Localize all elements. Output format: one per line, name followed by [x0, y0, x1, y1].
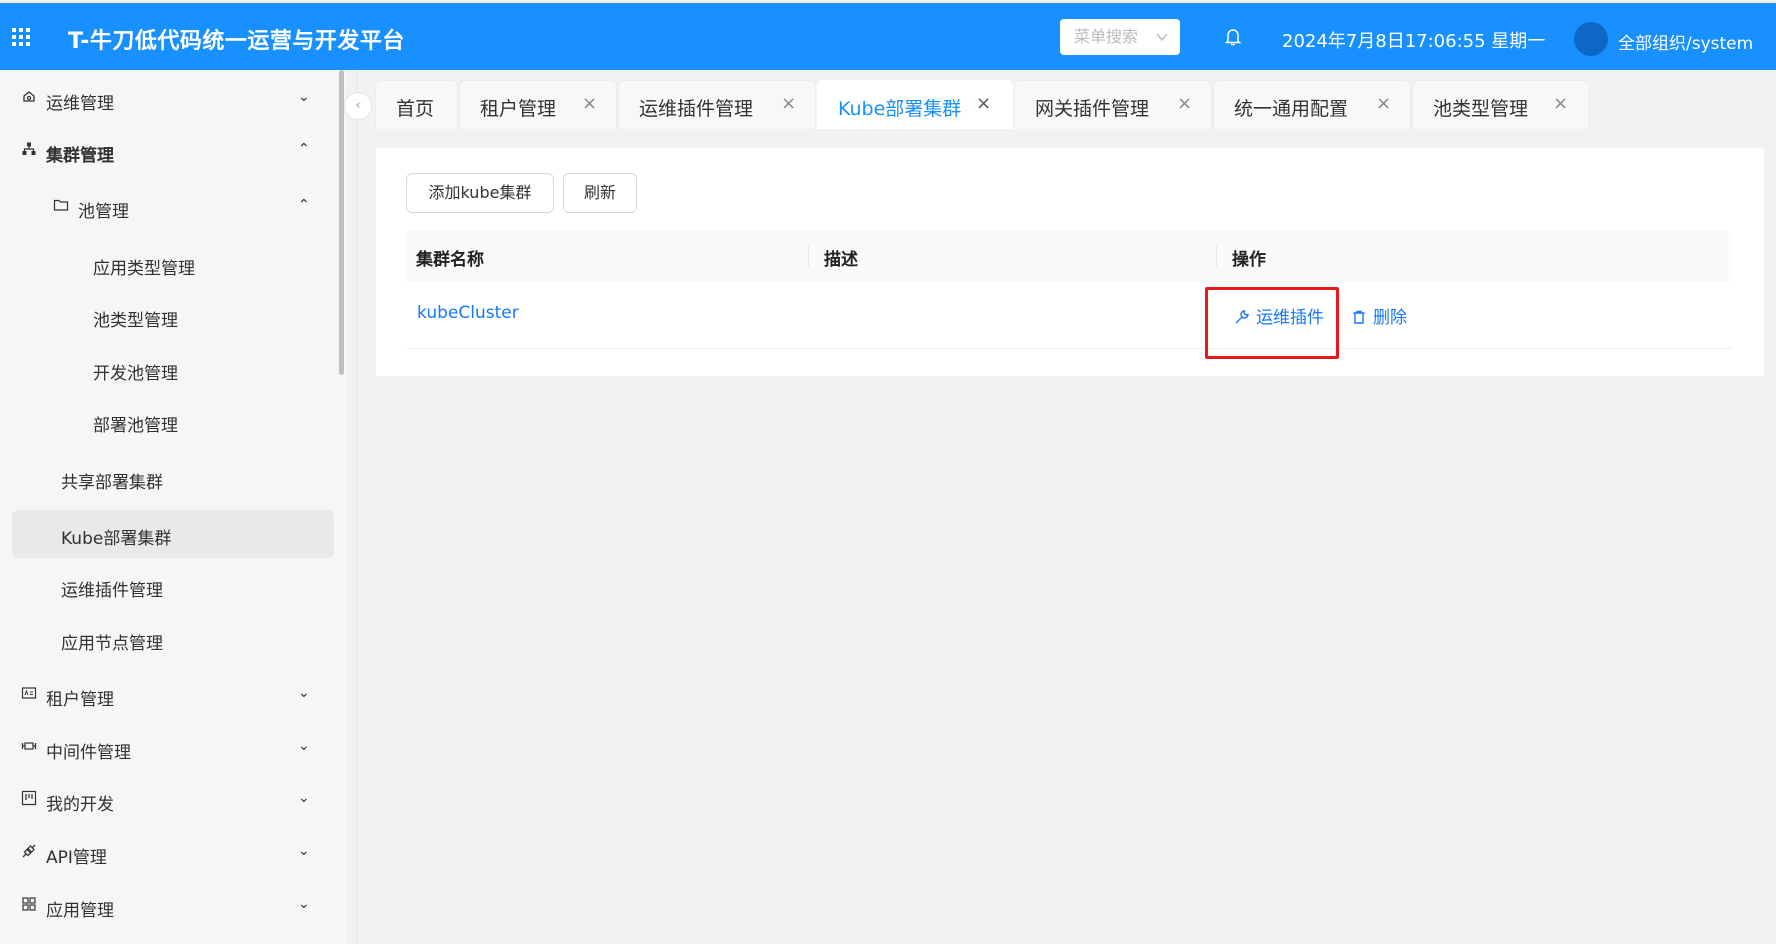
delete-action[interactable]: 删除 [1351, 303, 1407, 328]
menu-search-placeholder: 菜单搜索 [1074, 27, 1139, 46]
cloud-icon [20, 89, 38, 107]
sidebar-item-label: 租户管理 [46, 690, 114, 710]
chevron-down-icon [1156, 19, 1168, 68]
chevron-up-icon: ⌃ [298, 197, 310, 213]
tab-label: 运维插件管理 [639, 98, 754, 120]
sidebar-item-kube-cluster[interactable]: Kube部署集群 [12, 510, 334, 558]
sidebar-item-pool-type[interactable]: 池类型管理 [0, 292, 340, 340]
sidebar-item-label: 应用类型管理 [93, 259, 195, 279]
menu-search-select[interactable]: 菜单搜索 [1060, 19, 1180, 55]
column-header-actions: 操作 [1232, 250, 1266, 270]
sidebar-item-label: 池类型管理 [93, 311, 178, 331]
cluster-name-link[interactable]: kubeCluster [417, 303, 519, 323]
content-divider [356, 70, 357, 944]
tab-ops-plugin[interactable]: 运维插件管理 × [618, 80, 816, 129]
column-header-name: 集群名称 [416, 250, 484, 270]
close-icon[interactable]: × [976, 93, 991, 114]
close-icon[interactable]: × [1376, 93, 1391, 114]
sidebar-item-label: 共享部署集群 [61, 473, 163, 493]
middleware-icon [20, 738, 38, 756]
chevron-down-icon: ⌄ [298, 843, 310, 859]
api-icon [20, 843, 38, 861]
sidebar-item-pool[interactable]: 池管理 ⌃ [0, 183, 340, 231]
sidebar-item-label: 应用管理 [46, 901, 114, 921]
collapse-sidebar-button[interactable]: ‹ [344, 92, 372, 120]
sidebar-item-app-mgmt[interactable]: 应用管理 ⌄ [0, 882, 340, 930]
column-divider [808, 244, 809, 268]
sidebar-item-label: Kube部署集群 [61, 529, 172, 549]
sidebar-item-app-type[interactable]: 应用类型管理 [0, 240, 340, 288]
tab-home[interactable]: 首页 [375, 80, 458, 129]
close-icon[interactable]: × [582, 93, 597, 114]
tab-gateway-plugin[interactable]: 网关插件管理 × [1014, 80, 1212, 129]
chevron-down-icon: ⌄ [298, 790, 310, 806]
sidebar-item-label: 中间件管理 [46, 743, 131, 763]
folder-icon [52, 197, 70, 215]
add-kube-cluster-button[interactable]: 添加kube集群 [406, 173, 554, 213]
tab-pool-type[interactable]: 池类型管理 × [1412, 80, 1590, 129]
chevron-down-icon: ⌄ [298, 738, 310, 754]
id-card-icon [20, 685, 38, 703]
tab-kube-cluster[interactable]: Kube部署集群 × [817, 80, 1013, 129]
sidebar-item-label: 集群管理 [46, 146, 114, 166]
sidebar-item-middleware[interactable]: 中间件管理 ⌄ [0, 724, 340, 772]
sidebar-item-label: 我的开发 [46, 795, 114, 815]
tab-label: Kube部署集群 [838, 98, 962, 120]
sidebar-item-ops[interactable]: 运维管理 ⌄ [0, 75, 340, 123]
chevron-down-icon: ⌄ [298, 896, 310, 912]
grid-icon [20, 896, 38, 914]
highlight-box [1205, 287, 1339, 359]
app-title: T-牛刀低代码统一运营与开发平台 [68, 29, 405, 54]
column-divider [1216, 244, 1217, 268]
sidebar-item-label: API管理 [46, 848, 107, 868]
table-header: 集群名称 描述 操作 [406, 230, 1732, 282]
sidebar-item-label: 应用节点管理 [61, 634, 163, 654]
close-icon[interactable]: × [1177, 93, 1192, 114]
tab-tenant[interactable]: 租户管理 × [459, 80, 617, 129]
bell-icon[interactable] [1224, 27, 1242, 47]
sidebar-item-label: 部署池管理 [93, 416, 178, 436]
sidebar-item-api[interactable]: API管理 ⌄ [0, 829, 340, 877]
sidebar-item-tenant[interactable]: 租户管理 ⌄ [0, 671, 340, 719]
sidebar-item-deploy-pool[interactable]: 部署池管理 [0, 397, 340, 445]
cluster-icon [20, 141, 38, 159]
content-panel: 添加kube集群 刷新 集群名称 描述 操作 kubeCluster 运维插件 … [376, 148, 1764, 376]
tab-label: 网关插件管理 [1035, 98, 1150, 120]
sidebar-item-label: 开发池管理 [93, 364, 178, 384]
top-header: T-牛刀低代码统一运营与开发平台 菜单搜索 2024年7月8日17:06:55 … [0, 3, 1776, 70]
sidebar-item-label: 运维插件管理 [61, 581, 163, 601]
close-icon[interactable]: × [1553, 93, 1568, 114]
refresh-button[interactable]: 刷新 [563, 173, 637, 213]
tab-label: 首页 [396, 98, 435, 120]
chevron-down-icon: ⌄ [298, 685, 310, 701]
user-org-label[interactable]: 全部组织/system [1618, 29, 1753, 54]
tab-label: 租户管理 [480, 98, 557, 120]
delete-label: 删除 [1373, 308, 1407, 328]
sidebar-item-app-node[interactable]: 应用节点管理 [0, 615, 340, 663]
tab-label: 池类型管理 [1433, 98, 1529, 120]
sidebar-item-dev-pool[interactable]: 开发池管理 [0, 345, 340, 393]
sidebar-item-my-dev[interactable]: 我的开发 ⌄ [0, 776, 340, 824]
tab-unified-config[interactable]: 统一通用配置 × [1213, 80, 1411, 129]
chevron-up-icon: ⌃ [298, 141, 310, 157]
close-icon[interactable]: × [781, 93, 796, 114]
avatar[interactable] [1574, 22, 1608, 56]
datetime-display: 2024年7月8日17:06:55 星期一 [1282, 31, 1546, 52]
apps-grid-icon[interactable] [12, 28, 30, 46]
tab-label: 统一通用配置 [1234, 98, 1349, 120]
chevron-down-icon: ⌄ [298, 89, 310, 105]
sidebar-item-shared-cluster[interactable]: 共享部署集群 [0, 454, 340, 502]
board-icon [20, 790, 38, 808]
trash-icon [1353, 310, 1365, 324]
sidebar-item-label: 池管理 [78, 202, 129, 222]
sidebar-item-cluster[interactable]: 集群管理 ⌃ [0, 127, 340, 175]
column-header-description: 描述 [824, 250, 858, 270]
table-row: kubeCluster 运维插件 删除 [406, 282, 1732, 349]
sidebar-item-ops-plugin[interactable]: 运维插件管理 [0, 562, 340, 610]
sidebar-item-label: 运维管理 [46, 94, 114, 114]
